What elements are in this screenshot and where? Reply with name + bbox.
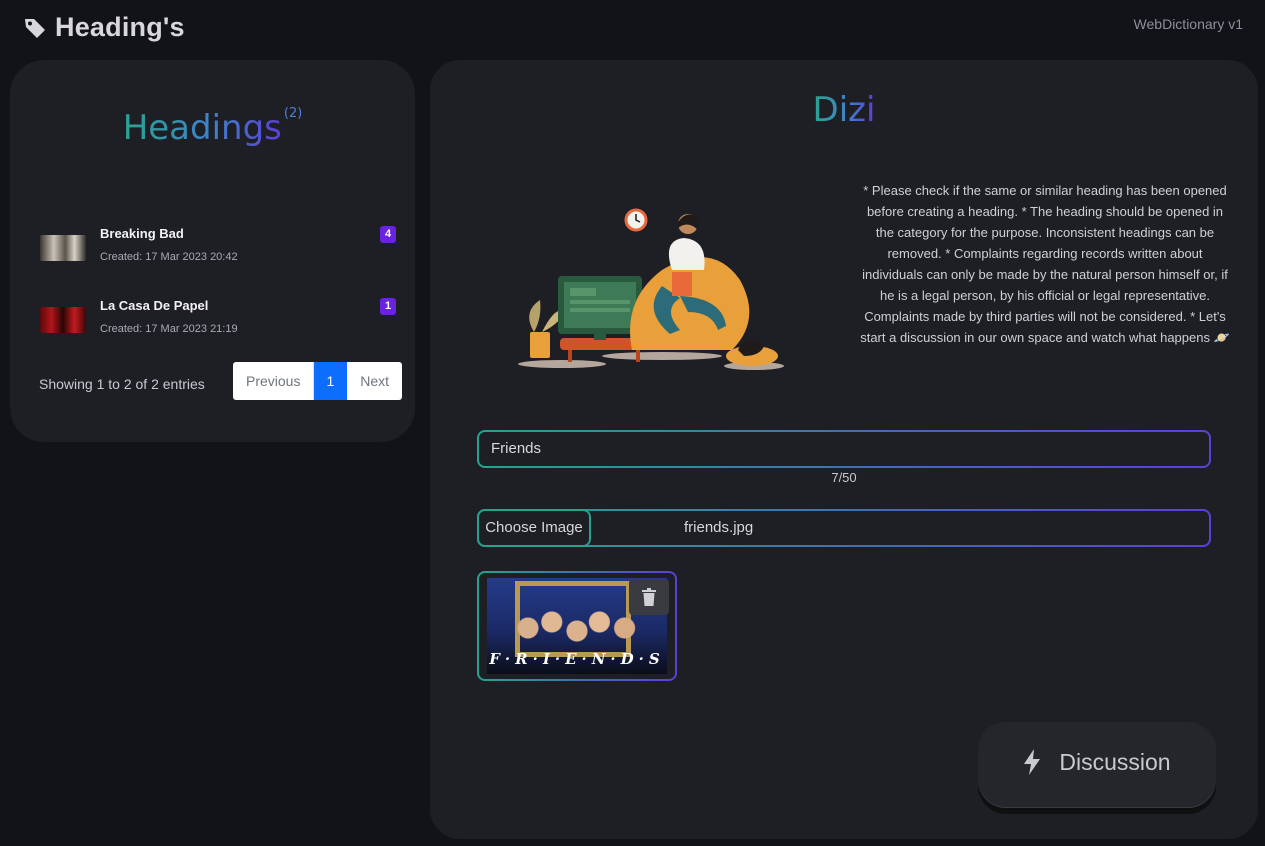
entry-count-badge: 4 <box>380 226 396 243</box>
category-label: Dizi <box>812 90 876 130</box>
preview-logo-text: F·R·I·E·N·D·S <box>489 650 665 668</box>
entry-thumbnail <box>40 307 86 333</box>
rules-notice: * Please check if the same or similar he… <box>860 183 1230 345</box>
tag-icon <box>23 16 47 40</box>
entry-name[interactable]: La Casa De Papel <box>100 298 208 313</box>
trash-icon <box>642 588 656 606</box>
headings-title: Headings (2) <box>10 106 415 148</box>
previous-page-button[interactable]: Previous <box>233 362 315 400</box>
entry-created: Created: 17 Mar 2023 21:19 <box>100 323 238 335</box>
character-counter: 7/50 <box>831 470 857 485</box>
delete-image-button[interactable] <box>629 579 669 615</box>
headings-panel: Headings (2) Breaking Bad Created: 17 Mar… <box>10 60 415 442</box>
pagination: Previous 1 Next <box>233 362 403 400</box>
next-page-button[interactable]: Next <box>347 362 403 400</box>
image-file-input[interactable]: Choose Image friends.jpg <box>477 509 1211 547</box>
entry-thumbnail <box>40 235 86 261</box>
top-bar: Heading's WebDictionary v1 <box>0 0 1265 56</box>
image-preview: F·R·I·E·N·D·S <box>477 571 677 681</box>
discussion-button[interactable]: Discussion <box>978 722 1216 808</box>
page-title: Heading's <box>55 12 185 42</box>
app-version: WebDictionary v1 <box>1133 16 1243 32</box>
discussion-button-content: Discussion <box>978 722 1216 802</box>
discussion-label: Discussion <box>1059 748 1171 775</box>
selected-file-name: friends.jpg <box>684 519 754 536</box>
headings-count: (2) <box>283 106 303 121</box>
category-title: Dizi <box>430 90 1258 130</box>
list-item[interactable]: La Casa De Papel Created: 17 Mar 2023 21… <box>40 297 396 347</box>
relaxing-illustration <box>518 208 784 370</box>
brand[interactable]: Heading's <box>23 12 185 43</box>
entry-name[interactable]: Breaking Bad <box>100 226 184 241</box>
heading-title-input[interactable]: Friends <box>477 430 1211 468</box>
headings-label: Headings <box>122 108 282 148</box>
create-heading-panel: Dizi * Please check if the same or simil… <box>430 60 1258 839</box>
entry-created: Created: 17 Mar 2023 20:42 <box>100 251 238 263</box>
entry-count-badge: 1 <box>380 298 396 315</box>
list-item[interactable]: Breaking Bad Created: 17 Mar 2023 20:42 … <box>40 225 396 275</box>
page-1-button[interactable]: 1 <box>314 362 348 400</box>
choose-image-button[interactable]: Choose Image <box>477 509 591 547</box>
preview-people <box>507 598 647 658</box>
lightning-icon <box>1024 749 1041 775</box>
entries-info: Showing 1 to 2 of 2 entries <box>39 376 205 392</box>
